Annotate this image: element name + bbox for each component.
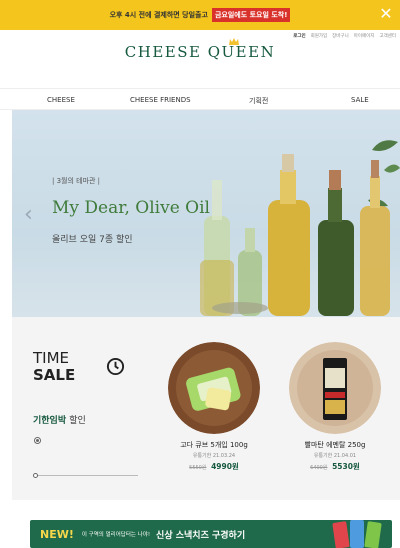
product-price: 6400원 5530원 [287, 461, 383, 472]
util-links: 로그인 회원가입 장바구니 마이페이지 고객센터 [293, 33, 396, 39]
carousel-thumb[interactable] [33, 473, 38, 478]
banner-cta: 신상 스낵치즈 구경하기 [156, 530, 246, 541]
main-nav: CHEESE CHEESE FRIENDS 기획전 SALE [0, 88, 400, 110]
customer-center-link[interactable]: 고객센터 [379, 33, 396, 39]
carousel-track[interactable] [34, 475, 138, 476]
nav-item-cheese[interactable]: CHEESE [47, 96, 75, 104]
crown-icon [229, 38, 239, 45]
signup-link[interactable]: 회원가입 [311, 33, 328, 39]
new-snack-banner[interactable]: NEW! 이 구역의 멀리어답터는 나야! 신상 스낵치즈 구경하기 [30, 520, 392, 548]
hero-subtitle: 올리브 오일 7종 할인 [52, 235, 133, 245]
time-sale-section: TIME SALE 기한임박 할인 고다 큐브 5개입 100g 유통기한 21… [12, 317, 400, 500]
time-sale-title-line2: SALE [33, 366, 76, 384]
product-name: 고다 큐브 5개입 100g [180, 441, 248, 449]
logo-text: CHEESE QUEEN [124, 43, 276, 61]
product-image[interactable] [168, 342, 260, 434]
banner-description: 이 구역의 멀리어답터는 나야! [81, 532, 151, 538]
product-sale-price: 4990원 [211, 462, 239, 471]
product-image[interactable] [289, 342, 381, 434]
imminent-label: 기한임박 할인 [33, 413, 86, 426]
product-old-price: 5550원 [189, 465, 207, 471]
nav-item-special[interactable]: 기획전 [249, 96, 268, 106]
nav-item-sale[interactable]: SALE [351, 96, 369, 104]
site-logo[interactable]: CHEESE QUEEN [0, 38, 400, 61]
hero-title: My Dear, Olive Oil [52, 198, 210, 218]
clock-icon [106, 357, 125, 376]
product-expiry: 유통기한 21.03.24 [192, 453, 236, 459]
login-link[interactable]: 로그인 [293, 33, 305, 39]
promo-text: 오후 4시 전에 결제하면 당일출고 [109, 11, 208, 19]
product-sale-price: 5530원 [332, 462, 360, 471]
close-icon[interactable]: ✕ [378, 6, 394, 22]
nav-item-cheese-friends[interactable]: CHEESE FRIENDS [130, 96, 191, 104]
cart-link[interactable]: 장바구니 [332, 33, 349, 39]
product-old-price: 6400원 [310, 465, 328, 471]
product-expiry: 유통기한 21.04.01 [313, 453, 357, 459]
banner-new-label: NEW! [40, 527, 74, 541]
promo-highlight: 금요일에도 토요일 도착! [211, 8, 291, 22]
time-sale-title-line1: TIME [33, 349, 70, 367]
product-card[interactable]: 고다 큐브 5개입 100g 유통기한 21.03.24 5550원 4990원 [166, 342, 262, 472]
imminent-suffix: 할인 [69, 416, 86, 426]
imminent-text: 기한임박 [33, 416, 67, 426]
product-price: 5550원 4990원 [166, 461, 262, 472]
mypage-link[interactable]: 마이페이지 [354, 33, 375, 39]
promo-bar[interactable]: 오후 4시 전에 결제하면 당일출고 금요일에도 토요일 도착! ✕ [0, 0, 400, 30]
hero-banner[interactable]: ‹ | 3월의 테마관 | My Dear, Olive Oil 올리브 오일 … [12, 110, 400, 317]
chevron-left-icon[interactable]: ‹ [24, 202, 33, 227]
carousel-dot[interactable] [34, 437, 41, 444]
hero-tag: | 3월의 테마관 | [52, 177, 101, 185]
product-card[interactable]: 빨마탄 에멘탈 250g 유통기한 21.04.01 6400원 5530원 [287, 342, 383, 472]
product-name: 빨마탄 에멘탈 250g [304, 441, 366, 449]
snack-packs-image [332, 520, 382, 548]
